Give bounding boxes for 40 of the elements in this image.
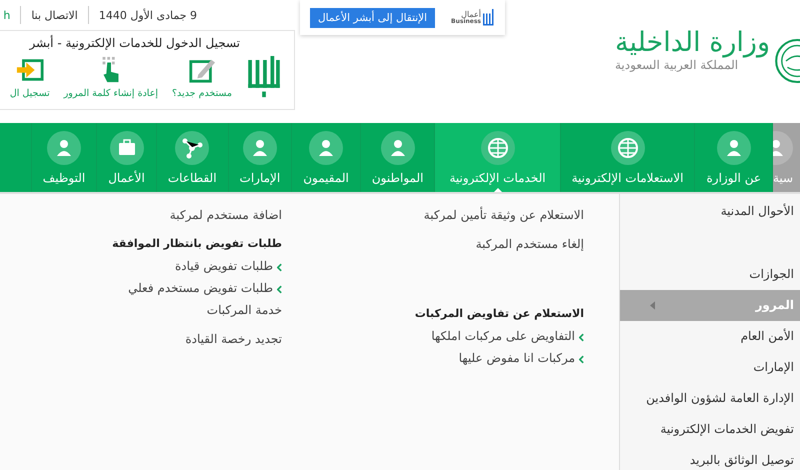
- service-sublink[interactable]: مركبات انا مفوض عليها: [458, 351, 584, 373]
- absher-logo-icon: [246, 56, 282, 99]
- chevron-icon: [579, 355, 584, 364]
- login-action[interactable]: تسجيل ال: [10, 56, 50, 99]
- login-action[interactable]: مستخدم جديد؟: [172, 56, 232, 99]
- business-button[interactable]: الإنتقال إلى أبشر الأعمال: [310, 8, 436, 28]
- service-link[interactable]: اضافة مستخدم لمركبة: [170, 208, 282, 237]
- contact-link[interactable]: الاتصال بنا: [31, 8, 78, 22]
- date-text: 9 جمادى الأول 1440: [98, 8, 197, 22]
- service-sublink[interactable]: التفاويض على مركبات املكها: [431, 329, 584, 351]
- chevron-icon: [277, 285, 282, 294]
- brand-subtitle: المملكة العربية السعودية: [615, 58, 738, 72]
- sidebar-item[interactable]: الإمارات: [620, 352, 800, 383]
- login-title: تسجيل الدخول للخدمات الإلكترونية - أبشر: [28, 36, 240, 50]
- language-link[interactable]: h: [3, 8, 10, 22]
- chevron-icon: [277, 263, 282, 272]
- section-heading: الاستعلام عن تفاويض المركبات: [414, 307, 584, 322]
- chevron-icon: [579, 333, 584, 342]
- section-heading: طلبات تفويض بانتظار الموافقة: [112, 237, 282, 252]
- service-link[interactable]: تجديد رخصة القيادة: [185, 332, 282, 361]
- person-icon: [380, 130, 415, 164]
- service-link[interactable]: الاستعلام عن وثيقة تأمين لمركبة: [424, 208, 584, 237]
- service-link[interactable]: إلغاء مستخدم المركبة: [476, 237, 584, 266]
- sidebar-item[interactable]: الأحوال المدنية: [620, 196, 800, 227]
- service-sublink[interactable]: طلبات تفويض مستخدم فعلي: [128, 281, 282, 303]
- sidebar-item[interactable]: تفويض الخدمات الإلكترونية: [620, 414, 800, 445]
- briefcase-icon: [110, 130, 144, 164]
- globe-icon: [610, 130, 645, 164]
- service-sublink[interactable]: طلبات تفويض قيادة: [174, 259, 282, 281]
- sidebar-item[interactable]: الأمن العام: [620, 321, 800, 352]
- business-logo-text: أعمال: [460, 10, 481, 18]
- globe-icon: [480, 130, 515, 164]
- sidebar-item[interactable]: توصيل الوثائق بالبريد: [620, 445, 800, 470]
- arrow-icon: [650, 300, 655, 310]
- sidebar-item[interactable]: الإدارة العامة لشؤون الوافدين: [620, 383, 800, 414]
- service-link[interactable]: خدمة المركبات: [206, 303, 282, 332]
- login-action[interactable]: إعادة إنشاء كلمة المرور: [64, 56, 158, 99]
- brand-title: وزارة الداخلية: [615, 28, 770, 58]
- network-icon: [175, 130, 210, 164]
- sidebar-item[interactable]: الجوازات: [620, 259, 800, 290]
